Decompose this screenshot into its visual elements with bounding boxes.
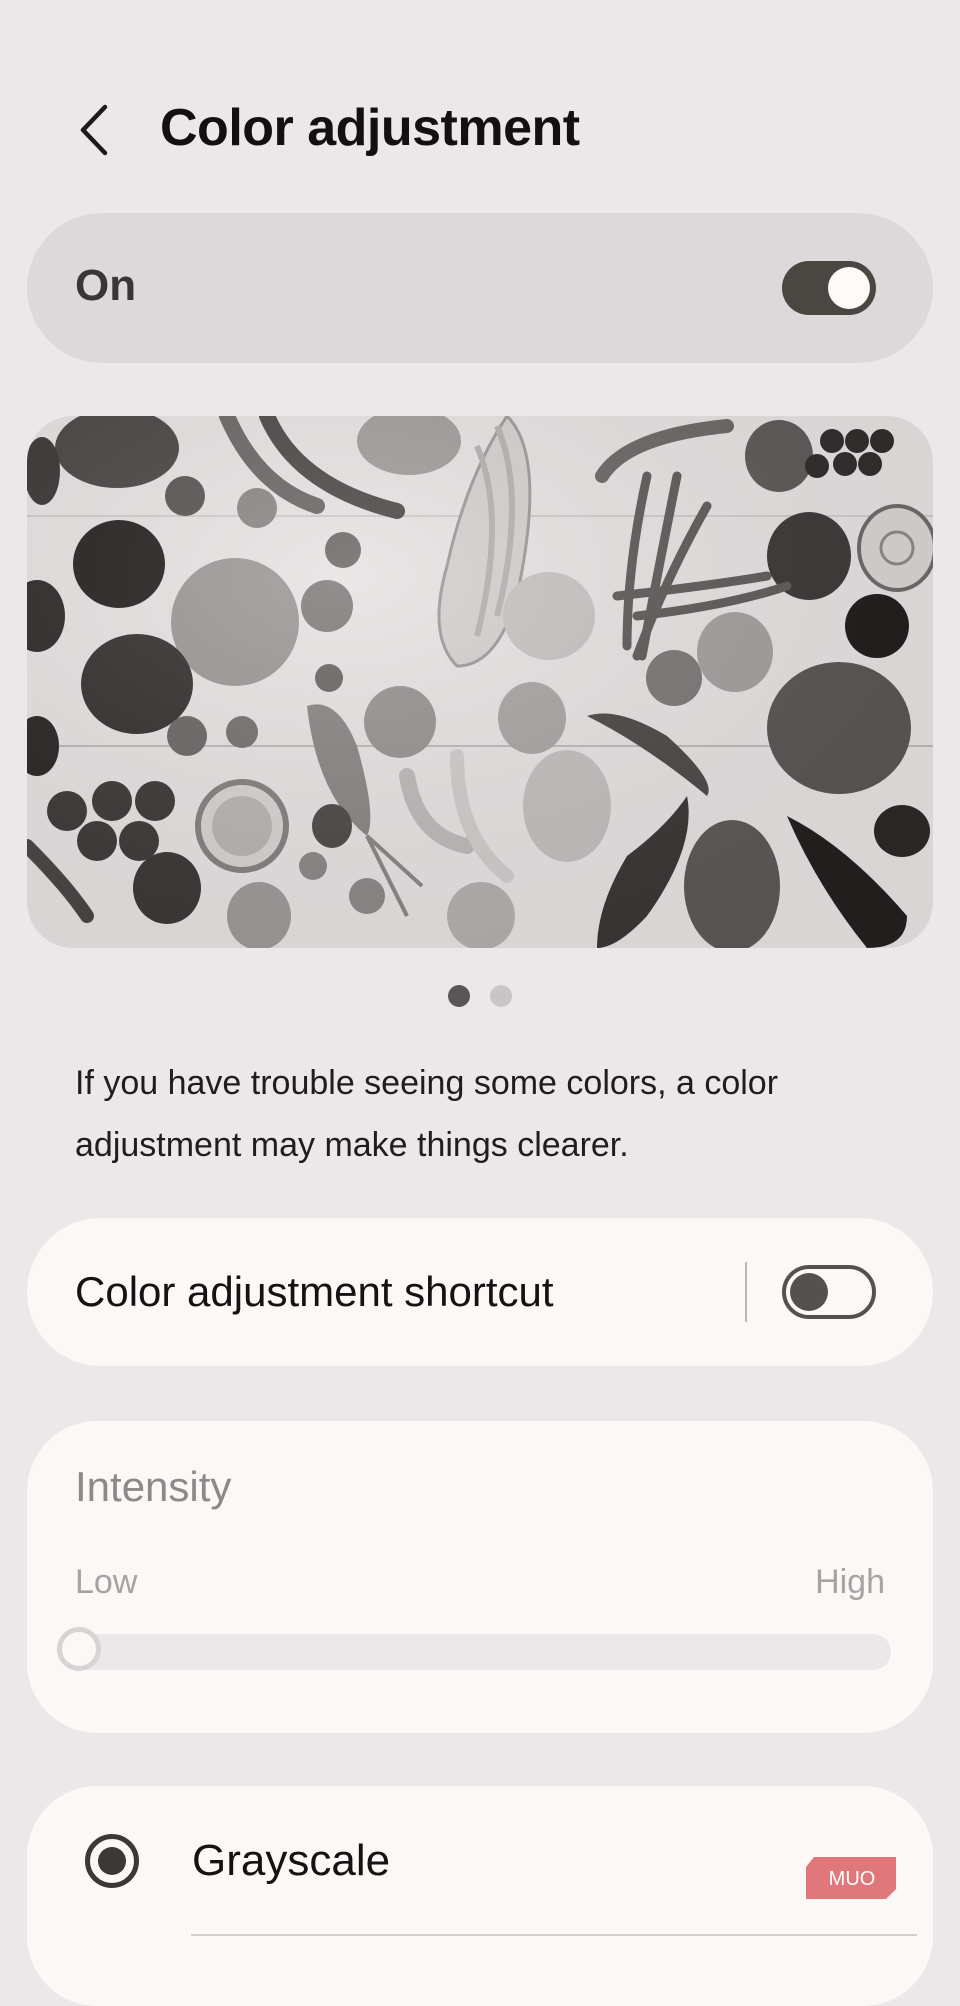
grayscale-label[interactable]: Grayscale	[192, 1836, 390, 1886]
option-divider	[191, 1934, 917, 1936]
page-dot-active[interactable]	[448, 985, 470, 1007]
master-switch-card[interactable]: On	[27, 213, 933, 363]
shortcut-toggle[interactable]	[782, 1265, 876, 1319]
shortcut-card[interactable]: Color adjustment shortcut	[27, 1218, 933, 1366]
intensity-card: Intensity Low High	[27, 1421, 933, 1733]
grayscale-radio[interactable]	[85, 1834, 139, 1888]
top-bar: Color adjustment	[0, 90, 960, 170]
preview-image[interactable]	[27, 416, 933, 948]
toggle-knob	[790, 1273, 828, 1311]
shortcut-label: Color adjustment shortcut	[75, 1268, 554, 1315]
svg-text:MUO: MUO	[829, 1868, 876, 1890]
description-text: If you have trouble seeing some colors, …	[75, 1064, 779, 1164]
intensity-slider-thumb[interactable]	[57, 1627, 101, 1671]
watermark-logo: MUO	[806, 1857, 896, 1899]
slider-low-label: Low	[75, 1563, 138, 1601]
page-indicator	[0, 985, 960, 1009]
toggle-knob	[828, 267, 870, 309]
vertical-divider	[745, 1262, 747, 1322]
intensity-title: Intensity	[75, 1463, 232, 1510]
master-toggle[interactable]	[782, 261, 876, 315]
radio-dot	[98, 1847, 126, 1875]
master-switch-label: On	[75, 261, 137, 310]
slider-high-label: High	[815, 1563, 885, 1601]
vegetables-illustration	[27, 416, 933, 948]
page-dot[interactable]	[490, 985, 512, 1007]
intensity-slider-track[interactable]	[57, 1627, 891, 1671]
filter-option-card: Grayscale MUO	[27, 1786, 933, 2006]
back-button[interactable]	[72, 102, 116, 158]
chevron-left-icon	[80, 104, 108, 156]
page-title: Color adjustment	[160, 99, 580, 157]
